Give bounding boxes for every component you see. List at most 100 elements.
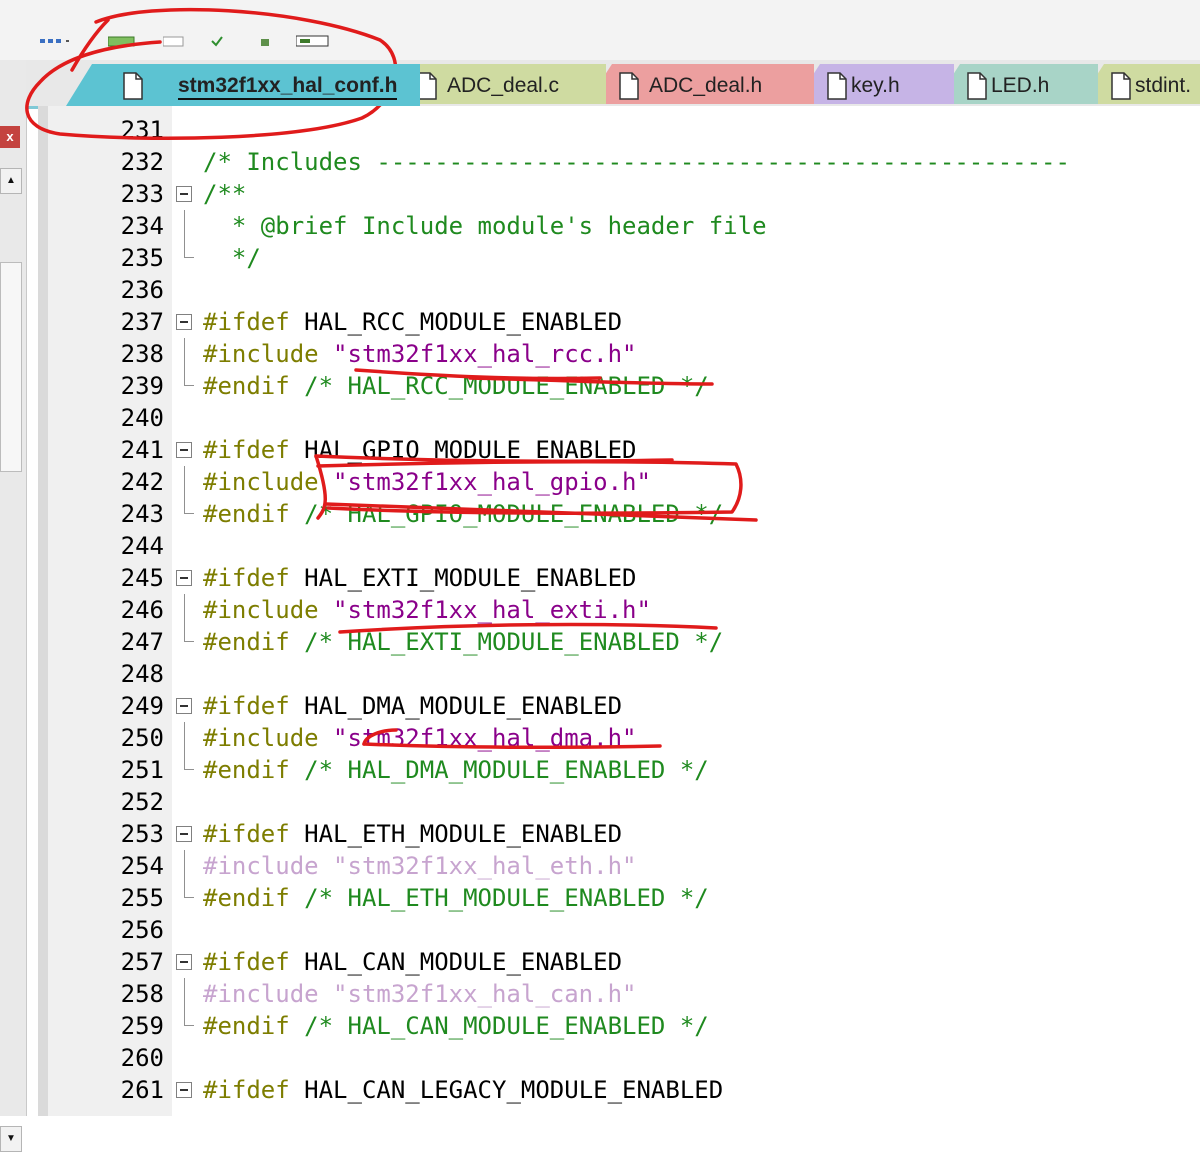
fold-guide — [184, 210, 185, 242]
code-text: #include "stm32f1xx_hal_gpio.h" — [203, 466, 651, 498]
fold-guide — [184, 978, 185, 1010]
close-panel-button[interactable]: x — [0, 126, 20, 148]
code-text: */ — [203, 242, 261, 274]
line-number: 245 — [120, 564, 164, 592]
line-number: 258 — [120, 980, 164, 1008]
code-line[interactable]: 238 #include "stm32f1xx_hal_rcc.h" — [38, 338, 1200, 370]
fold-toggle-icon[interactable] — [176, 698, 192, 714]
code-line[interactable]: 232 /* Includes -------------------------… — [38, 146, 1200, 178]
code-token-pre: #endif — [203, 372, 290, 400]
code-line[interactable]: 234 * @brief Include module's header fil… — [38, 210, 1200, 242]
code-line[interactable]: 247 #endif /* HAL_EXTI_MODULE_ENABLED */ — [38, 626, 1200, 658]
code-text: #endif /* HAL_CAN_MODULE_ENABLED */ — [203, 1010, 709, 1042]
line-number: 238 — [120, 340, 164, 368]
scrollbar-thumb[interactable] — [0, 262, 22, 472]
code-token-comment: /* HAL_ETH_MODULE_ENABLED */ — [289, 884, 709, 912]
code-token-comment: /* Includes ----------------------------… — [203, 148, 1070, 176]
fold-toggle-icon[interactable] — [176, 1082, 192, 1098]
tab-key-h[interactable]: key.h — [794, 64, 954, 104]
code-line[interactable]: 252 — [38, 786, 1200, 818]
code-line[interactable]: 246 #include "stm32f1xx_hal_exti.h" — [38, 594, 1200, 626]
line-number: 234 — [120, 212, 164, 240]
fold-end — [184, 257, 194, 258]
code-line[interactable]: 233 /** — [38, 178, 1200, 210]
code-token-str: "stm32f1xx_hal_gpio.h" — [318, 468, 651, 496]
code-token-pre: #include — [203, 596, 319, 624]
code-line[interactable]: 256 — [38, 914, 1200, 946]
fold-toggle-icon[interactable] — [176, 186, 192, 202]
code-line[interactable]: 242 #include "stm32f1xx_hal_gpio.h" — [38, 466, 1200, 498]
line-number: 253 — [120, 820, 164, 848]
code-editor[interactable]: 231 232 /* Includes ----------------------… — [38, 106, 1200, 1116]
code-line[interactable]: 260 — [38, 1042, 1200, 1074]
code-token-comment: /** — [203, 180, 247, 208]
code-token-def: HAL_CAN_LEGACY_MODULE_ENABLED — [289, 1076, 724, 1104]
fold-guide — [184, 850, 185, 882]
code-line[interactable]: 231 — [38, 114, 1200, 146]
fold-end — [184, 513, 194, 514]
toolbar-small-icon[interactable] — [258, 34, 272, 46]
fold-toggle-icon[interactable] — [176, 826, 192, 842]
toolbar-window-icon[interactable] — [295, 34, 330, 47]
code-token-comment: /* HAL_RCC_MODULE_ENABLED */ — [289, 372, 709, 400]
code-line[interactable]: 249 #ifdef HAL_DMA_MODULE_ENABLED — [38, 690, 1200, 722]
code-line[interactable]: 236 — [38, 274, 1200, 306]
code-line[interactable]: 258 #include "stm32f1xx_hal_can.h" — [38, 978, 1200, 1010]
code-line[interactable]: 261 #ifdef HAL_CAN_LEGACY_MODULE_ENABLED — [38, 1074, 1200, 1106]
tab-adc-deal-h[interactable]: ADC_deal.h — [586, 64, 814, 104]
code-line[interactable]: 243 #endif /* HAL_GPIO_MODULE_ENABLED */ — [38, 498, 1200, 530]
code-line[interactable]: 251 #endif /* HAL_DMA_MODULE_ENABLED */ — [38, 754, 1200, 786]
fold-guide — [184, 466, 185, 498]
fold-guide — [184, 754, 185, 770]
code-text: #ifdef HAL_CAN_MODULE_ENABLED — [203, 946, 622, 978]
code-text: #endif /* HAL_EXTI_MODULE_ENABLED */ — [203, 626, 723, 658]
code-token-str: "stm32f1xx_hal_rcc.h" — [318, 340, 637, 368]
fold-toggle-icon[interactable] — [176, 954, 192, 970]
code-text: #include "stm32f1xx_hal_dma.h" — [203, 722, 636, 754]
fold-toggle-icon[interactable] — [176, 570, 192, 586]
code-token-def: HAL_GPIO_MODULE_ENABLED — [289, 436, 637, 464]
scroll-down-button[interactable]: ▼ — [0, 1126, 22, 1152]
code-token-def: HAL_EXTI_MODULE_ENABLED — [289, 564, 637, 592]
code-line[interactable]: 239 #endif /* HAL_RCC_MODULE_ENABLED */ — [38, 370, 1200, 402]
code-line[interactable]: 240 — [38, 402, 1200, 434]
code-line[interactable]: 250 #include "stm32f1xx_hal_dma.h" — [38, 722, 1200, 754]
code-text: /* Includes ----------------------------… — [203, 146, 1070, 178]
toolbar-check-icon[interactable] — [210, 34, 224, 47]
code-text: #include "stm32f1xx_hal_eth.h" — [203, 850, 636, 882]
code-text: #ifdef HAL_CAN_LEGACY_MODULE_ENABLED — [203, 1074, 723, 1106]
tab-stm32f1xx-hal-conf-h[interactable]: stm32f1xx_hal_conf.h — [66, 64, 420, 106]
code-line[interactable]: 245 #ifdef HAL_EXTI_MODULE_ENABLED — [38, 562, 1200, 594]
tab-label: ADC_deal.c — [447, 74, 560, 97]
file-icon — [1111, 72, 1131, 100]
code-line[interactable]: 255 #endif /* HAL_ETH_MODULE_ENABLED */ — [38, 882, 1200, 914]
code-text: #endif /* HAL_RCC_MODULE_ENABLED */ — [203, 370, 709, 402]
code-line[interactable]: 241 #ifdef HAL_GPIO_MODULE_ENABLED — [38, 434, 1200, 466]
toolbar-config-icon[interactable] — [40, 34, 74, 46]
code-line[interactable]: 259 #endif /* HAL_CAN_MODULE_ENABLED */ — [38, 1010, 1200, 1042]
code-token-pre: #ifdef — [203, 948, 290, 976]
toolbar-page-icon[interactable] — [162, 34, 185, 47]
code-line[interactable]: 253 #ifdef HAL_ETH_MODULE_ENABLED — [38, 818, 1200, 850]
code-line[interactable]: 257 #ifdef HAL_CAN_MODULE_ENABLED — [38, 946, 1200, 978]
code-token-str-dim: "stm32f1xx_hal_can.h" — [318, 980, 637, 1008]
fold-toggle-icon[interactable] — [176, 314, 192, 330]
code-line[interactable]: 254 #include "stm32f1xx_hal_eth.h" — [38, 850, 1200, 882]
code-token-pre: #ifdef — [203, 564, 290, 592]
tab-led-h[interactable]: LED.h — [934, 64, 1098, 104]
code-token-pre: #ifdef — [203, 308, 290, 336]
line-number: 240 — [120, 404, 164, 432]
scroll-up-button[interactable]: ▲ — [0, 168, 22, 194]
tab-label: stm32f1xx_hal_conf.h — [178, 74, 398, 100]
code-token-pre: #ifdef — [203, 436, 290, 464]
code-line[interactable]: 244 — [38, 530, 1200, 562]
code-line[interactable]: 248 — [38, 658, 1200, 690]
line-number: 261 — [120, 1076, 164, 1104]
tab-label: key.h — [851, 74, 900, 97]
code-line[interactable]: 235 */ — [38, 242, 1200, 274]
toolbar-green-icon[interactable] — [107, 34, 136, 47]
code-line[interactable]: 237 #ifdef HAL_RCC_MODULE_ENABLED — [38, 306, 1200, 338]
code-token-def: HAL_CAN_MODULE_ENABLED — [289, 948, 623, 976]
fold-toggle-icon[interactable] — [176, 442, 192, 458]
side-panel-strip: x ▲ ▼ — [0, 60, 27, 1152]
